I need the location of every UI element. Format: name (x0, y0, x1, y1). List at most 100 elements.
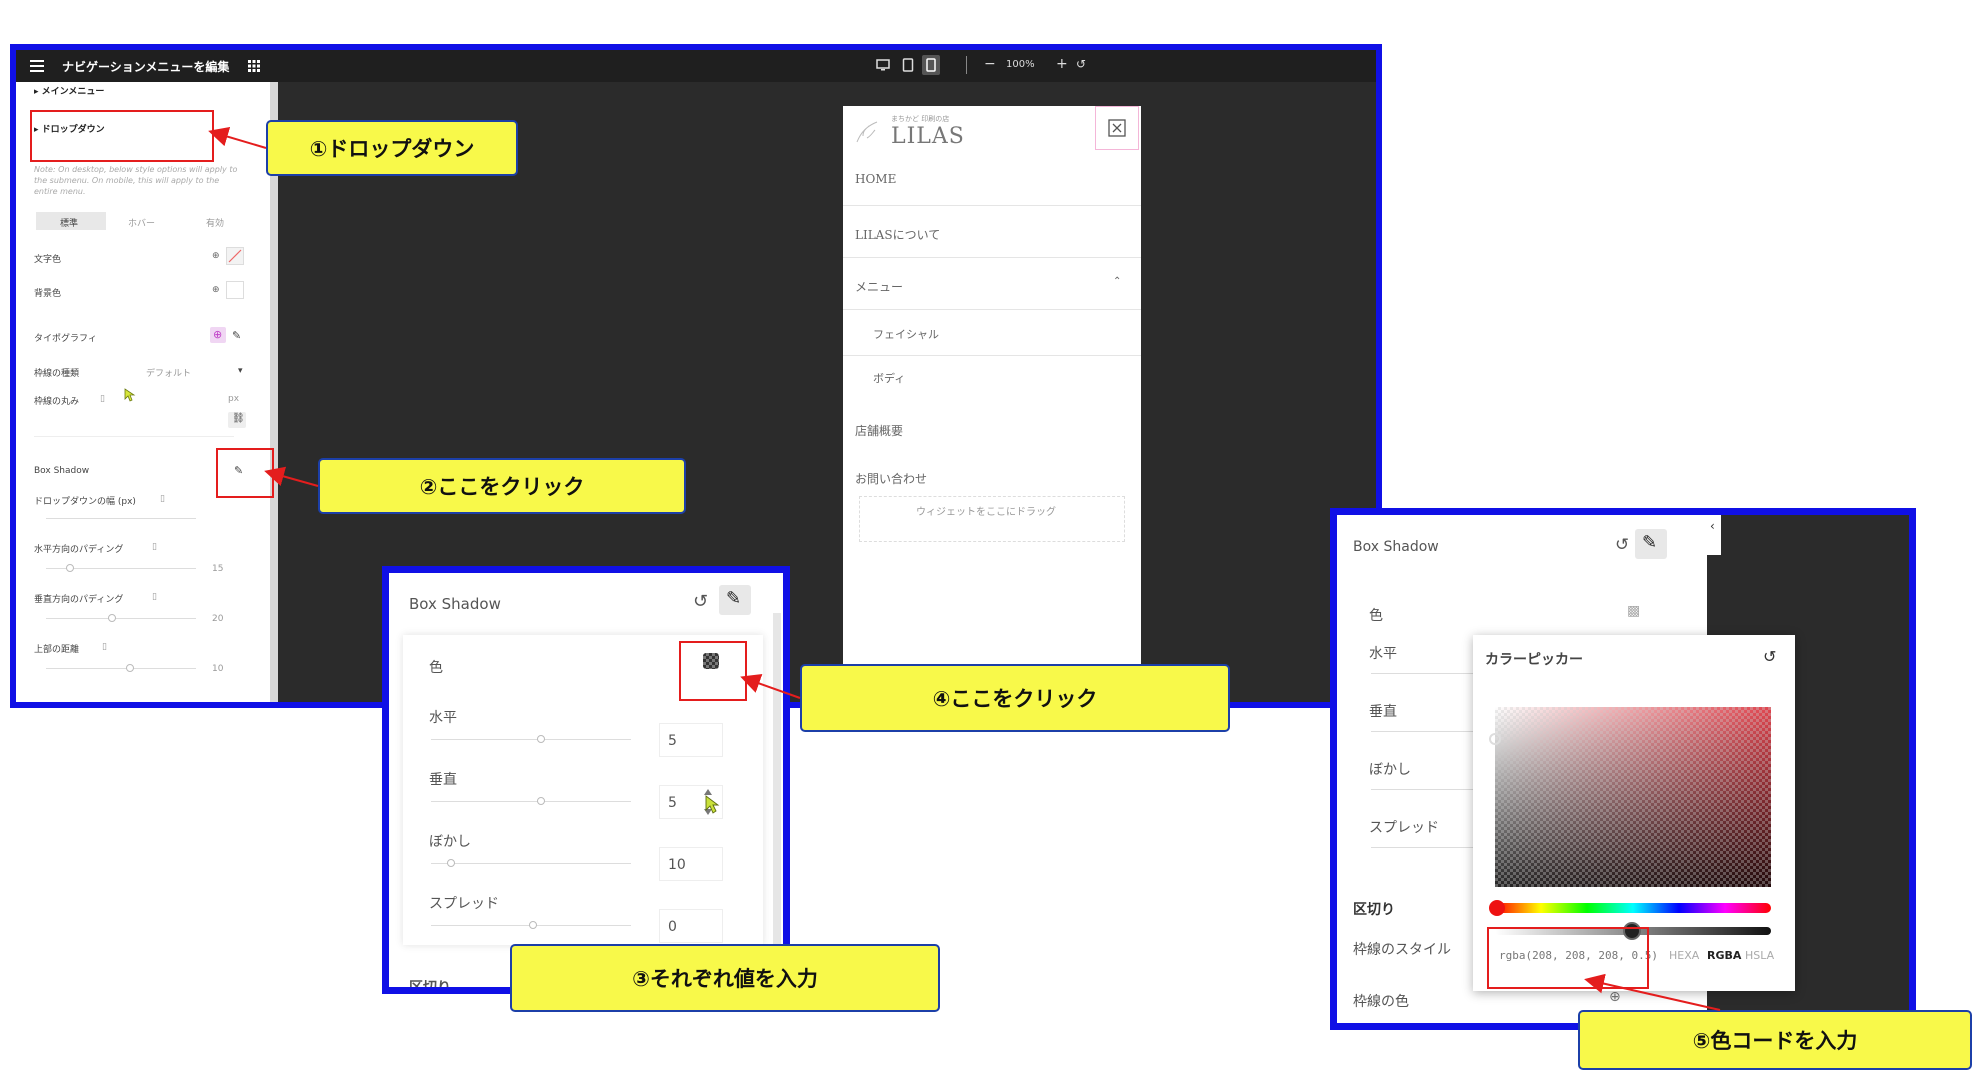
nav-item-label: ボディ (873, 372, 906, 385)
horizontal-knob[interactable] (537, 735, 545, 743)
callout-step-5: ⑤色コードを入力 (1578, 1010, 1972, 1070)
globe-icon[interactable]: ⊕ (212, 285, 220, 295)
tab-normal-label: 標準 (60, 219, 79, 229)
mode-hexa[interactable]: HEXA (1669, 949, 1699, 962)
chevron-up-icon[interactable]: ⌃ (1113, 276, 1121, 287)
shadow-color-label: 色 (429, 660, 443, 676)
horizontal-label: 水平 (429, 710, 457, 726)
tab-active[interactable]: 有効 (206, 216, 224, 229)
vertical-knob[interactable] (537, 797, 545, 805)
dropdown-width-slider[interactable] (46, 518, 196, 519)
v-padding-knob[interactable] (108, 614, 116, 622)
hue-slider[interactable] (1495, 903, 1771, 913)
responsive-icon[interactable]: ▯ (152, 592, 157, 602)
zoom-level: 100% (1006, 59, 1035, 70)
top-distance-value[interactable]: 10 (212, 664, 223, 674)
divider-section-label[interactable]: 区切り (1353, 899, 1395, 919)
settings-sidebar: ▸ メインメニュー ▸ ドロップダウン Note: On desktop, be… (16, 82, 270, 702)
dropdown-note: Note: On desktop, below style options wi… (34, 165, 238, 196)
nav-item-contact[interactable]: お問い合わせ (843, 454, 1141, 486)
drop-zone-hint: ウィジェットをここにドラッグ (916, 507, 1056, 518)
vertical-value: 5 (668, 795, 677, 811)
typography-global-button[interactable]: ⊕ (210, 327, 226, 343)
nav-item-shop[interactable]: 店舗概要 (843, 402, 1141, 454)
tablet-icon[interactable] (902, 58, 914, 72)
blur-input[interactable]: 10 (659, 847, 723, 881)
text-color-swatch[interactable] (226, 247, 244, 265)
responsive-icon[interactable]: ▯ (102, 642, 107, 652)
highlight-dropdown-section (30, 110, 214, 162)
reset-zoom-icon[interactable]: ↺ (1076, 57, 1086, 71)
h-padding-knob[interactable] (66, 564, 74, 572)
globe-icon[interactable]: ⊕ (212, 251, 220, 261)
top-distance-label: 上部の距離 (34, 645, 80, 655)
nav-item-menu[interactable]: メニュー ⌃ (843, 258, 1141, 310)
widget-drop-zone[interactable]: ウィジェットをここにドラッグ (859, 496, 1125, 542)
collapse-panel-button[interactable]: ‹ (1707, 515, 1721, 555)
saturation-handle[interactable] (1489, 733, 1501, 745)
nav-item-about[interactable]: LILASについて (843, 206, 1141, 258)
h-padding-value[interactable]: 15 (212, 564, 223, 574)
spread-input[interactable]: 0 (659, 909, 723, 943)
reset-icon[interactable]: ↺ (1763, 647, 1776, 666)
chevron-down-icon[interactable]: ▾ (238, 366, 243, 376)
nav-subitem-body[interactable]: ボディ (843, 356, 1141, 402)
zoom-in-icon[interactable]: + (1056, 56, 1068, 72)
panel-scrollbar[interactable] (773, 613, 781, 987)
box-shadow-edit-button[interactable]: ✎ (1635, 529, 1667, 559)
callout-step-2: ②ここをクリック (318, 458, 686, 514)
desktop-icon[interactable] (876, 59, 890, 71)
nav-item-home[interactable]: HOME (843, 154, 1141, 206)
edit-pencil-icon[interactable]: ✎ (232, 329, 241, 342)
close-icon (1108, 119, 1126, 137)
box-shadow-title: Box Shadow (1353, 539, 1439, 555)
site-logo[interactable]: LILAS (891, 124, 965, 149)
color-swatch-icon[interactable]: ▩ (1627, 603, 1640, 619)
tab-normal[interactable]: 標準 (36, 212, 106, 230)
spread-knob[interactable] (529, 921, 537, 929)
editor-title: ナビゲーションメニューを編集 (62, 60, 230, 74)
color-picker-title: カラーピッカー (1485, 652, 1583, 668)
hue-handle[interactable] (1489, 900, 1505, 916)
mobile-preview: まちかど 印刷の店 LILAS HOME LILASについて メニュー ⌃ フェイ… (843, 106, 1141, 674)
divider-section-label[interactable]: 区切り (409, 977, 451, 987)
saturation-area[interactable] (1489, 707, 1771, 887)
globe-icon[interactable]: ⊕ (1609, 989, 1621, 1005)
horizontal-slider[interactable] (431, 739, 631, 740)
nav-item-label: LILASについて (855, 228, 941, 242)
zoom-out-icon[interactable]: − (984, 56, 996, 72)
blur-slider[interactable] (431, 863, 631, 864)
v-padding-slider[interactable] (46, 618, 196, 619)
responsive-icon[interactable]: ▯ (160, 494, 165, 504)
close-menu-button[interactable] (1095, 106, 1139, 150)
tab-hover[interactable]: ホバー (128, 216, 155, 229)
link-values-button[interactable]: ⛓ (228, 412, 246, 428)
section-main-menu[interactable]: ▸ メインメニュー (34, 84, 104, 97)
box-shadow-edit-button[interactable]: ✎ (719, 585, 751, 615)
blur-knob[interactable] (447, 859, 455, 867)
v-padding-value[interactable]: 20 (212, 614, 223, 624)
widgets-grid-icon[interactable] (248, 60, 260, 72)
border-type-select[interactable]: デフォルト (146, 366, 191, 379)
nav-subitem-facial[interactable]: フェイシャル (843, 310, 1141, 356)
horizontal-input[interactable]: 5 (659, 723, 723, 757)
nav-item-label: HOME (855, 172, 897, 186)
reset-icon[interactable]: ↺ (1615, 535, 1629, 555)
mode-hsla[interactable]: HSLA (1745, 949, 1774, 962)
hamburger-icon[interactable] (30, 60, 44, 72)
border-type-label: 枠線の種類 (34, 369, 80, 379)
responsive-icon[interactable]: ▯ (152, 542, 157, 552)
vertical-slider[interactable] (431, 801, 631, 802)
reset-icon[interactable]: ↺ (693, 591, 708, 612)
horizontal-label: 水平 (1369, 646, 1397, 662)
mobile-device-button[interactable] (922, 55, 940, 75)
bg-color-swatch[interactable] (226, 281, 244, 299)
mode-rgba[interactable]: RGBA (1707, 949, 1741, 962)
vertical-label: 垂直 (1369, 704, 1397, 720)
responsive-icon[interactable]: ▯ (100, 394, 105, 404)
top-distance-slider[interactable] (46, 668, 196, 669)
transparency-pattern (1495, 707, 1771, 887)
callout-step-4: ④ここをクリック (800, 664, 1230, 732)
top-distance-knob[interactable] (126, 664, 134, 672)
unit-select[interactable]: px (228, 394, 239, 404)
